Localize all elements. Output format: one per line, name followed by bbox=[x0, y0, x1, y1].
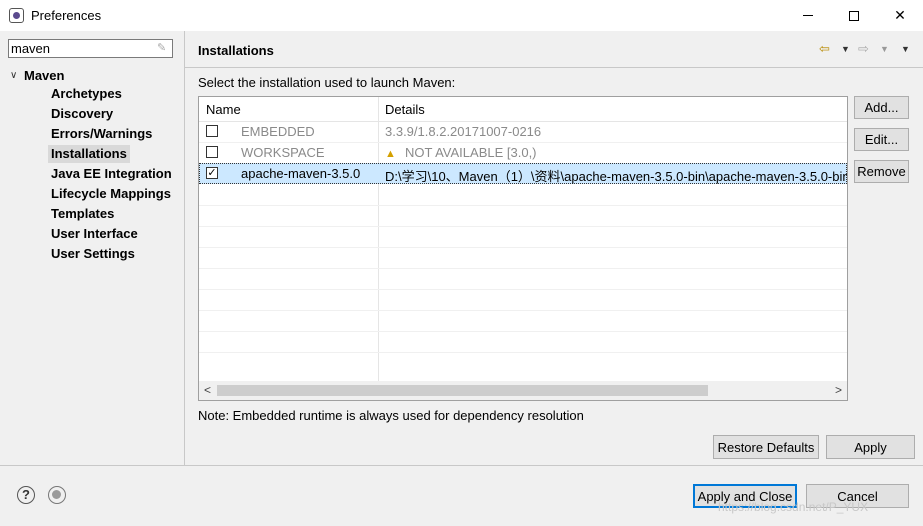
row-divider bbox=[199, 268, 847, 269]
preferences-window: Preferences ✕ ✎ ∨ Maven Archetypes Disco… bbox=[0, 0, 923, 526]
installation-details: 3.3.9/1.8.2.20171007-0216 bbox=[385, 124, 542, 139]
close-button[interactable]: ✕ bbox=[877, 0, 923, 31]
embedded-runtime-note: Note: Embedded runtime is always used fo… bbox=[198, 408, 584, 423]
clear-filter-icon[interactable]: ✎ bbox=[157, 42, 169, 54]
row-divider bbox=[199, 289, 847, 290]
tree-item-lifecycle-mappings[interactable]: Lifecycle Mappings bbox=[48, 185, 174, 203]
installation-name: EMBEDDED bbox=[241, 124, 315, 139]
help-icon[interactable]: ? bbox=[17, 486, 35, 504]
minimize-icon bbox=[803, 15, 813, 16]
row-divider bbox=[199, 247, 847, 248]
tree-item-archetypes[interactable]: Archetypes bbox=[48, 85, 125, 103]
row-checkbox[interactable] bbox=[206, 125, 218, 137]
maximize-icon bbox=[849, 10, 859, 21]
footer-divider bbox=[0, 465, 923, 466]
edit-button[interactable]: Edit... bbox=[854, 128, 909, 151]
minimize-button[interactable] bbox=[785, 0, 831, 31]
row-divider bbox=[199, 310, 847, 311]
tree-node-maven[interactable]: ∨ Maven bbox=[10, 66, 64, 84]
column-header-details[interactable]: Details bbox=[385, 102, 425, 117]
eclipse-app-icon bbox=[9, 8, 24, 23]
table-row[interactable]: EMBEDDED 3.3.9/1.8.2.20171007-0216 bbox=[199, 121, 847, 142]
pane-splitter[interactable] bbox=[184, 31, 185, 465]
scrollbar-thumb[interactable] bbox=[217, 385, 708, 396]
filter-input[interactable] bbox=[11, 41, 151, 56]
warning-icon: ▲ bbox=[385, 148, 396, 160]
tree-item-discovery[interactable]: Discovery bbox=[48, 105, 116, 123]
back-menu-chevron-icon[interactable]: ▼ bbox=[841, 44, 850, 54]
row-checkbox[interactable] bbox=[206, 146, 218, 158]
horizontal-scrollbar[interactable]: < > bbox=[199, 381, 847, 400]
maximize-button[interactable] bbox=[831, 0, 877, 31]
window-title: Preferences bbox=[31, 8, 102, 23]
installation-name: apache-maven-3.5.0 bbox=[241, 166, 361, 181]
instruction-label: Select the installation used to launch M… bbox=[198, 75, 456, 90]
watermark-text: https://blog.csdn.net/P_YUX bbox=[718, 500, 869, 514]
installation-name: WORKSPACE bbox=[241, 145, 325, 160]
table-row-selected[interactable]: ✓ apache-maven-3.5.0 D:\学习\10、Maven（1）\资… bbox=[199, 163, 847, 184]
tree-item-user-interface[interactable]: User Interface bbox=[48, 225, 141, 243]
row-divider bbox=[199, 331, 847, 332]
column-header-name[interactable]: Name bbox=[206, 102, 241, 117]
view-menu-icon[interactable]: ▼ bbox=[901, 44, 910, 54]
row-divider bbox=[199, 226, 847, 227]
header-divider bbox=[185, 67, 923, 68]
record-icon[interactable] bbox=[48, 486, 66, 504]
forward-arrow-icon[interactable]: ⇨ bbox=[858, 41, 869, 57]
restore-defaults-button[interactable]: Restore Defaults bbox=[713, 435, 819, 459]
tree-item-java-ee-integration[interactable]: Java EE Integration bbox=[48, 165, 175, 183]
page-title: Installations bbox=[198, 43, 274, 58]
close-icon: ✕ bbox=[894, 7, 906, 23]
forward-menu-chevron-icon[interactable]: ▼ bbox=[880, 44, 889, 54]
installations-table[interactable]: Name Details EMBEDDED 3.3.9/1.8.2.201710… bbox=[198, 96, 848, 401]
remove-button[interactable]: Remove bbox=[854, 160, 909, 183]
scroll-right-arrow-icon[interactable]: > bbox=[835, 383, 842, 397]
tree-node-label: Maven bbox=[24, 67, 65, 83]
row-divider bbox=[199, 352, 847, 353]
table-row[interactable]: WORKSPACE ▲ NOT AVAILABLE [3.0,) bbox=[199, 142, 847, 163]
row-divider bbox=[199, 205, 847, 206]
filter-field[interactable]: ✎ bbox=[8, 39, 173, 58]
apply-button[interactable]: Apply bbox=[826, 435, 915, 459]
installation-details: D:\学习\10、Maven（1）\资料\apache-maven-3.5.0-… bbox=[385, 169, 848, 184]
tree-item-errors-warnings[interactable]: Errors/Warnings bbox=[48, 125, 155, 143]
table-header: Name Details bbox=[199, 97, 847, 122]
installation-details: NOT AVAILABLE [3.0,) bbox=[405, 145, 537, 160]
collapse-arrow-icon[interactable]: ∨ bbox=[10, 70, 24, 81]
add-button[interactable]: Add... bbox=[854, 96, 909, 119]
tree-item-templates[interactable]: Templates bbox=[48, 205, 117, 223]
tree-item-installations[interactable]: Installations bbox=[48, 145, 130, 163]
back-arrow-icon[interactable]: ⇦ bbox=[819, 41, 830, 57]
scroll-left-arrow-icon[interactable]: < bbox=[204, 383, 211, 397]
title-bar: Preferences ✕ bbox=[0, 0, 923, 31]
installation-details-cell: ▲ NOT AVAILABLE [3.0,) bbox=[385, 145, 537, 160]
page-header: Installations ⇦ ▼ ⇨ ▼ ▼ bbox=[185, 31, 923, 67]
tree-item-user-settings[interactable]: User Settings bbox=[48, 245, 138, 263]
row-checkbox-checked[interactable]: ✓ bbox=[206, 167, 218, 179]
